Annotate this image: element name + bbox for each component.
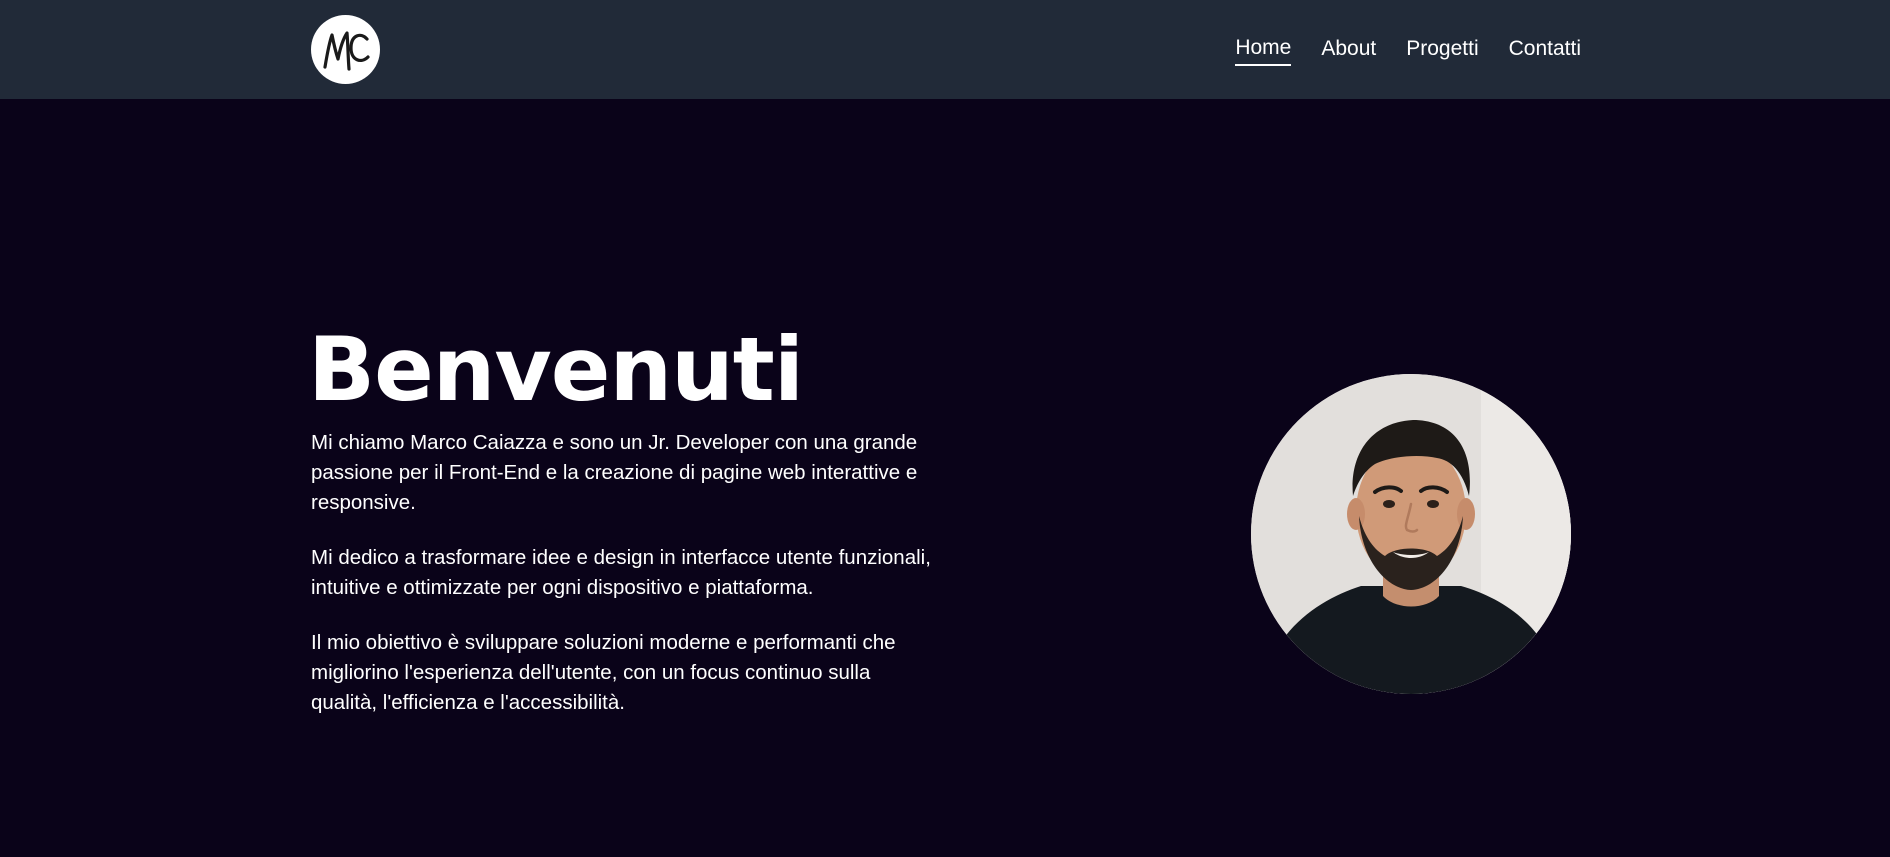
hero-paragraph-intro: Mi chiamo Marco Caiazza e sono un Jr. De… — [311, 431, 918, 514]
navbar: Home About Progetti Contatti — [0, 0, 1890, 99]
hero-paragraph-mission: Mi dedico a trasformare idee e design in… — [311, 546, 931, 599]
nav-link-home[interactable]: Home — [1235, 34, 1292, 66]
nav-link-progetti[interactable]: Progetti — [1406, 35, 1478, 65]
mc-monogram-icon — [323, 31, 370, 71]
hero-title: Benvenuti — [308, 318, 804, 421]
nav-link-contatti[interactable]: Contatti — [1509, 35, 1581, 65]
profile-photo-icon — [1251, 374, 1571, 694]
site-logo[interactable] — [311, 15, 380, 84]
profile-photo — [1251, 374, 1571, 694]
hero-paragraph-goal: Il mio obiettivo è sviluppare soluzioni … — [311, 631, 896, 714]
hero-intro: Benvenuti Mi chiamo Marco Caiazza e sono… — [308, 320, 948, 743]
nav-link-about[interactable]: About — [1321, 35, 1376, 65]
main-navigation: Home About Progetti Contatti — [1235, 0, 1581, 99]
